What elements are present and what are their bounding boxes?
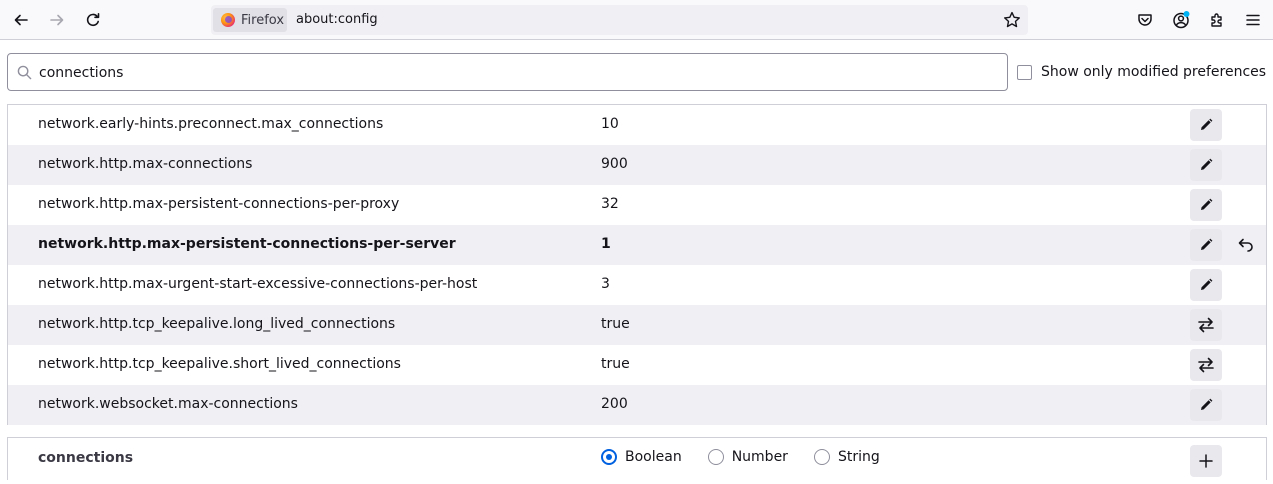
preference-value: 32 — [601, 196, 619, 212]
preference-value: true — [601, 356, 630, 372]
preference-name: network.http.max-connections — [38, 156, 253, 172]
preference-value: 10 — [601, 116, 619, 132]
radio-button[interactable] — [813, 449, 830, 465]
preference-value: 3 — [601, 276, 610, 292]
preference-value: true — [601, 316, 630, 332]
preference-name: network.http.max-persistent-connections-… — [38, 236, 456, 252]
show-modified-label: Show only modified preferences — [1041, 64, 1267, 80]
search-icon — [17, 65, 32, 80]
edit-button[interactable] — [1190, 269, 1222, 301]
arrow-left-icon — [14, 14, 28, 26]
hamburger-menu-icon — [1246, 14, 1260, 26]
preference-name: network.websocket.max-connections — [38, 396, 298, 412]
pencil-icon — [1201, 238, 1213, 250]
edit-button[interactable] — [1190, 389, 1222, 421]
search-box[interactable] — [7, 53, 1008, 91]
new-preference-row: connections Boolean Number String — [7, 437, 1267, 480]
table-row[interactable]: network.http.max-persistent-connections-… — [8, 185, 1266, 225]
table-row[interactable]: network.http.max-urgent-start-excessive-… — [8, 265, 1266, 305]
edit-button[interactable] — [1190, 109, 1222, 141]
toggle-arrows-icon — [1198, 357, 1214, 373]
edit-button[interactable] — [1190, 229, 1222, 261]
browser-toolbar: Firefox about:config — [0, 0, 1273, 40]
preference-name: network.http.max-urgent-start-excessive-… — [38, 276, 478, 292]
reset-button[interactable] — [1230, 229, 1262, 261]
pencil-icon — [1201, 198, 1213, 210]
pencil-icon — [1201, 278, 1213, 290]
table-row[interactable]: network.early-hints.preconnect.max_conne… — [8, 105, 1266, 145]
pencil-icon — [1201, 398, 1213, 410]
preference-name: network.http.max-persistent-connections-… — [38, 196, 400, 212]
app-menu-button[interactable] — [1239, 6, 1267, 34]
reload-button[interactable] — [79, 6, 107, 34]
account-icon — [1173, 11, 1190, 29]
table-row[interactable]: network.http.tcp_keepalive.long_lived_co… — [8, 305, 1266, 345]
preference-value: 900 — [601, 156, 628, 172]
undo-icon — [1238, 238, 1253, 252]
pocket-icon — [1138, 14, 1152, 26]
forward-button[interactable] — [43, 6, 71, 34]
show-modified-checkbox[interactable] — [1017, 64, 1032, 80]
type-radio-number[interactable]: Number — [707, 449, 788, 465]
radio-label: Boolean — [625, 449, 682, 465]
identity-box[interactable]: Firefox — [213, 8, 287, 32]
table-row[interactable]: network.http.tcp_keepalive.short_lived_c… — [8, 345, 1266, 385]
add-preference-button[interactable] — [1190, 445, 1222, 477]
puzzle-icon — [1211, 13, 1222, 27]
pocket-button[interactable] — [1131, 6, 1159, 34]
preference-name: network.early-hints.preconnect.max_conne… — [38, 116, 384, 132]
radio-button[interactable] — [707, 449, 724, 465]
arrow-right-icon — [50, 14, 64, 26]
toggle-arrows-icon — [1198, 317, 1214, 333]
url-bar[interactable]: Firefox about:config — [211, 5, 1028, 35]
back-button[interactable] — [7, 6, 35, 34]
preference-name: network.http.tcp_keepalive.short_lived_c… — [38, 356, 401, 372]
preference-value: 200 — [601, 396, 628, 412]
toggle-button[interactable] — [1190, 309, 1222, 341]
edit-button[interactable] — [1190, 189, 1222, 221]
url-text[interactable]: about:config — [296, 12, 378, 27]
firefox-logo-icon — [221, 13, 235, 27]
identity-label: Firefox — [241, 12, 285, 28]
account-button[interactable] — [1167, 6, 1195, 34]
table-row[interactable]: network.websocket.max-connections 200 — [8, 385, 1266, 425]
type-radio-group: Boolean Number String — [601, 449, 906, 465]
toggle-button[interactable] — [1190, 349, 1222, 381]
show-modified-toggle[interactable]: Show only modified preferences — [1017, 63, 1266, 81]
edit-button[interactable] — [1190, 149, 1222, 181]
pencil-icon — [1201, 158, 1213, 170]
pencil-icon — [1201, 118, 1213, 130]
extensions-button[interactable] — [1203, 6, 1231, 34]
star-icon — [1004, 11, 1020, 28]
type-radio-boolean[interactable]: Boolean — [601, 449, 682, 465]
table-row[interactable]: network.http.max-persistent-connections-… — [8, 225, 1266, 265]
preferences-table: network.early-hints.preconnect.max_conne… — [7, 104, 1267, 425]
bookmark-star-button[interactable] — [1002, 10, 1022, 30]
search-input[interactable] — [39, 62, 989, 84]
radio-button[interactable] — [601, 449, 617, 465]
table-row[interactable]: network.http.max-connections 900 — [8, 145, 1266, 185]
type-radio-string[interactable]: String — [813, 449, 880, 465]
radio-label: Number — [731, 449, 788, 465]
preference-value: 1 — [601, 236, 611, 252]
radio-label: String — [837, 449, 880, 465]
preference-name: network.http.tcp_keepalive.long_lived_co… — [38, 316, 396, 332]
reload-icon — [86, 13, 100, 27]
new-preference-name: connections — [38, 450, 134, 466]
plus-icon — [1199, 454, 1213, 468]
